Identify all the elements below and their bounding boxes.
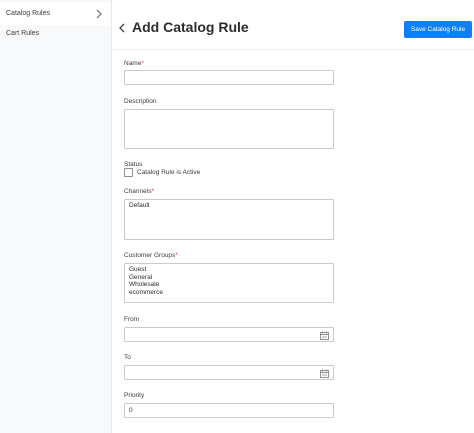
- channels-select[interactable]: Default: [124, 199, 334, 240]
- priority-input[interactable]: 0: [124, 403, 334, 418]
- status-label: Status: [124, 161, 143, 168]
- sidebar-item-catalog-rules[interactable]: Catalog Rules: [0, 3, 111, 25]
- name-input[interactable]: [124, 70, 334, 85]
- active-checkbox-label: Catalog Rule is Active: [137, 169, 201, 176]
- main-content: Add Catalog Rule Save Catalog Rule Name*…: [112, 0, 474, 433]
- to-label: To: [124, 354, 131, 361]
- from-date-input[interactable]: [124, 327, 334, 342]
- customer-groups-label: Customer Groups*: [124, 252, 178, 259]
- sidebar-item-label: Catalog Rules: [6, 10, 50, 17]
- chevron-right-icon: [96, 9, 102, 19]
- sidebar-item-cart-rules[interactable]: Cart Rules: [0, 23, 111, 45]
- customer-groups-select[interactable]: Guest General Wholesale ecommerce: [124, 263, 334, 303]
- to-date-input[interactable]: [124, 365, 334, 380]
- name-label: Name*: [124, 60, 144, 67]
- from-label: From: [124, 316, 140, 323]
- sidebar: Catalog Rules Cart Rules: [0, 0, 112, 433]
- active-checkbox[interactable]: [124, 168, 133, 177]
- page-header: Add Catalog Rule Save Catalog Rule: [112, 0, 474, 50]
- back-arrow-icon[interactable]: [118, 22, 126, 34]
- save-catalog-rule-button[interactable]: Save Catalog Rule: [404, 21, 472, 38]
- channel-option[interactable]: Default: [125, 202, 333, 210]
- calendar-icon[interactable]: [320, 369, 329, 378]
- channels-label: Channels*: [124, 188, 154, 195]
- calendar-icon[interactable]: [320, 331, 329, 340]
- description-label: Description: [124, 98, 157, 105]
- page-title: Add Catalog Rule: [132, 19, 249, 35]
- customer-group-option[interactable]: ecommerce: [125, 289, 333, 297]
- priority-label: Priority: [124, 392, 145, 399]
- customer-group-option[interactable]: Guest: [125, 266, 333, 274]
- sidebar-item-label: Cart Rules: [6, 30, 40, 37]
- customer-group-option[interactable]: Wholesale: [125, 281, 333, 289]
- description-textarea[interactable]: [124, 109, 334, 149]
- customer-group-option[interactable]: General: [125, 274, 333, 282]
